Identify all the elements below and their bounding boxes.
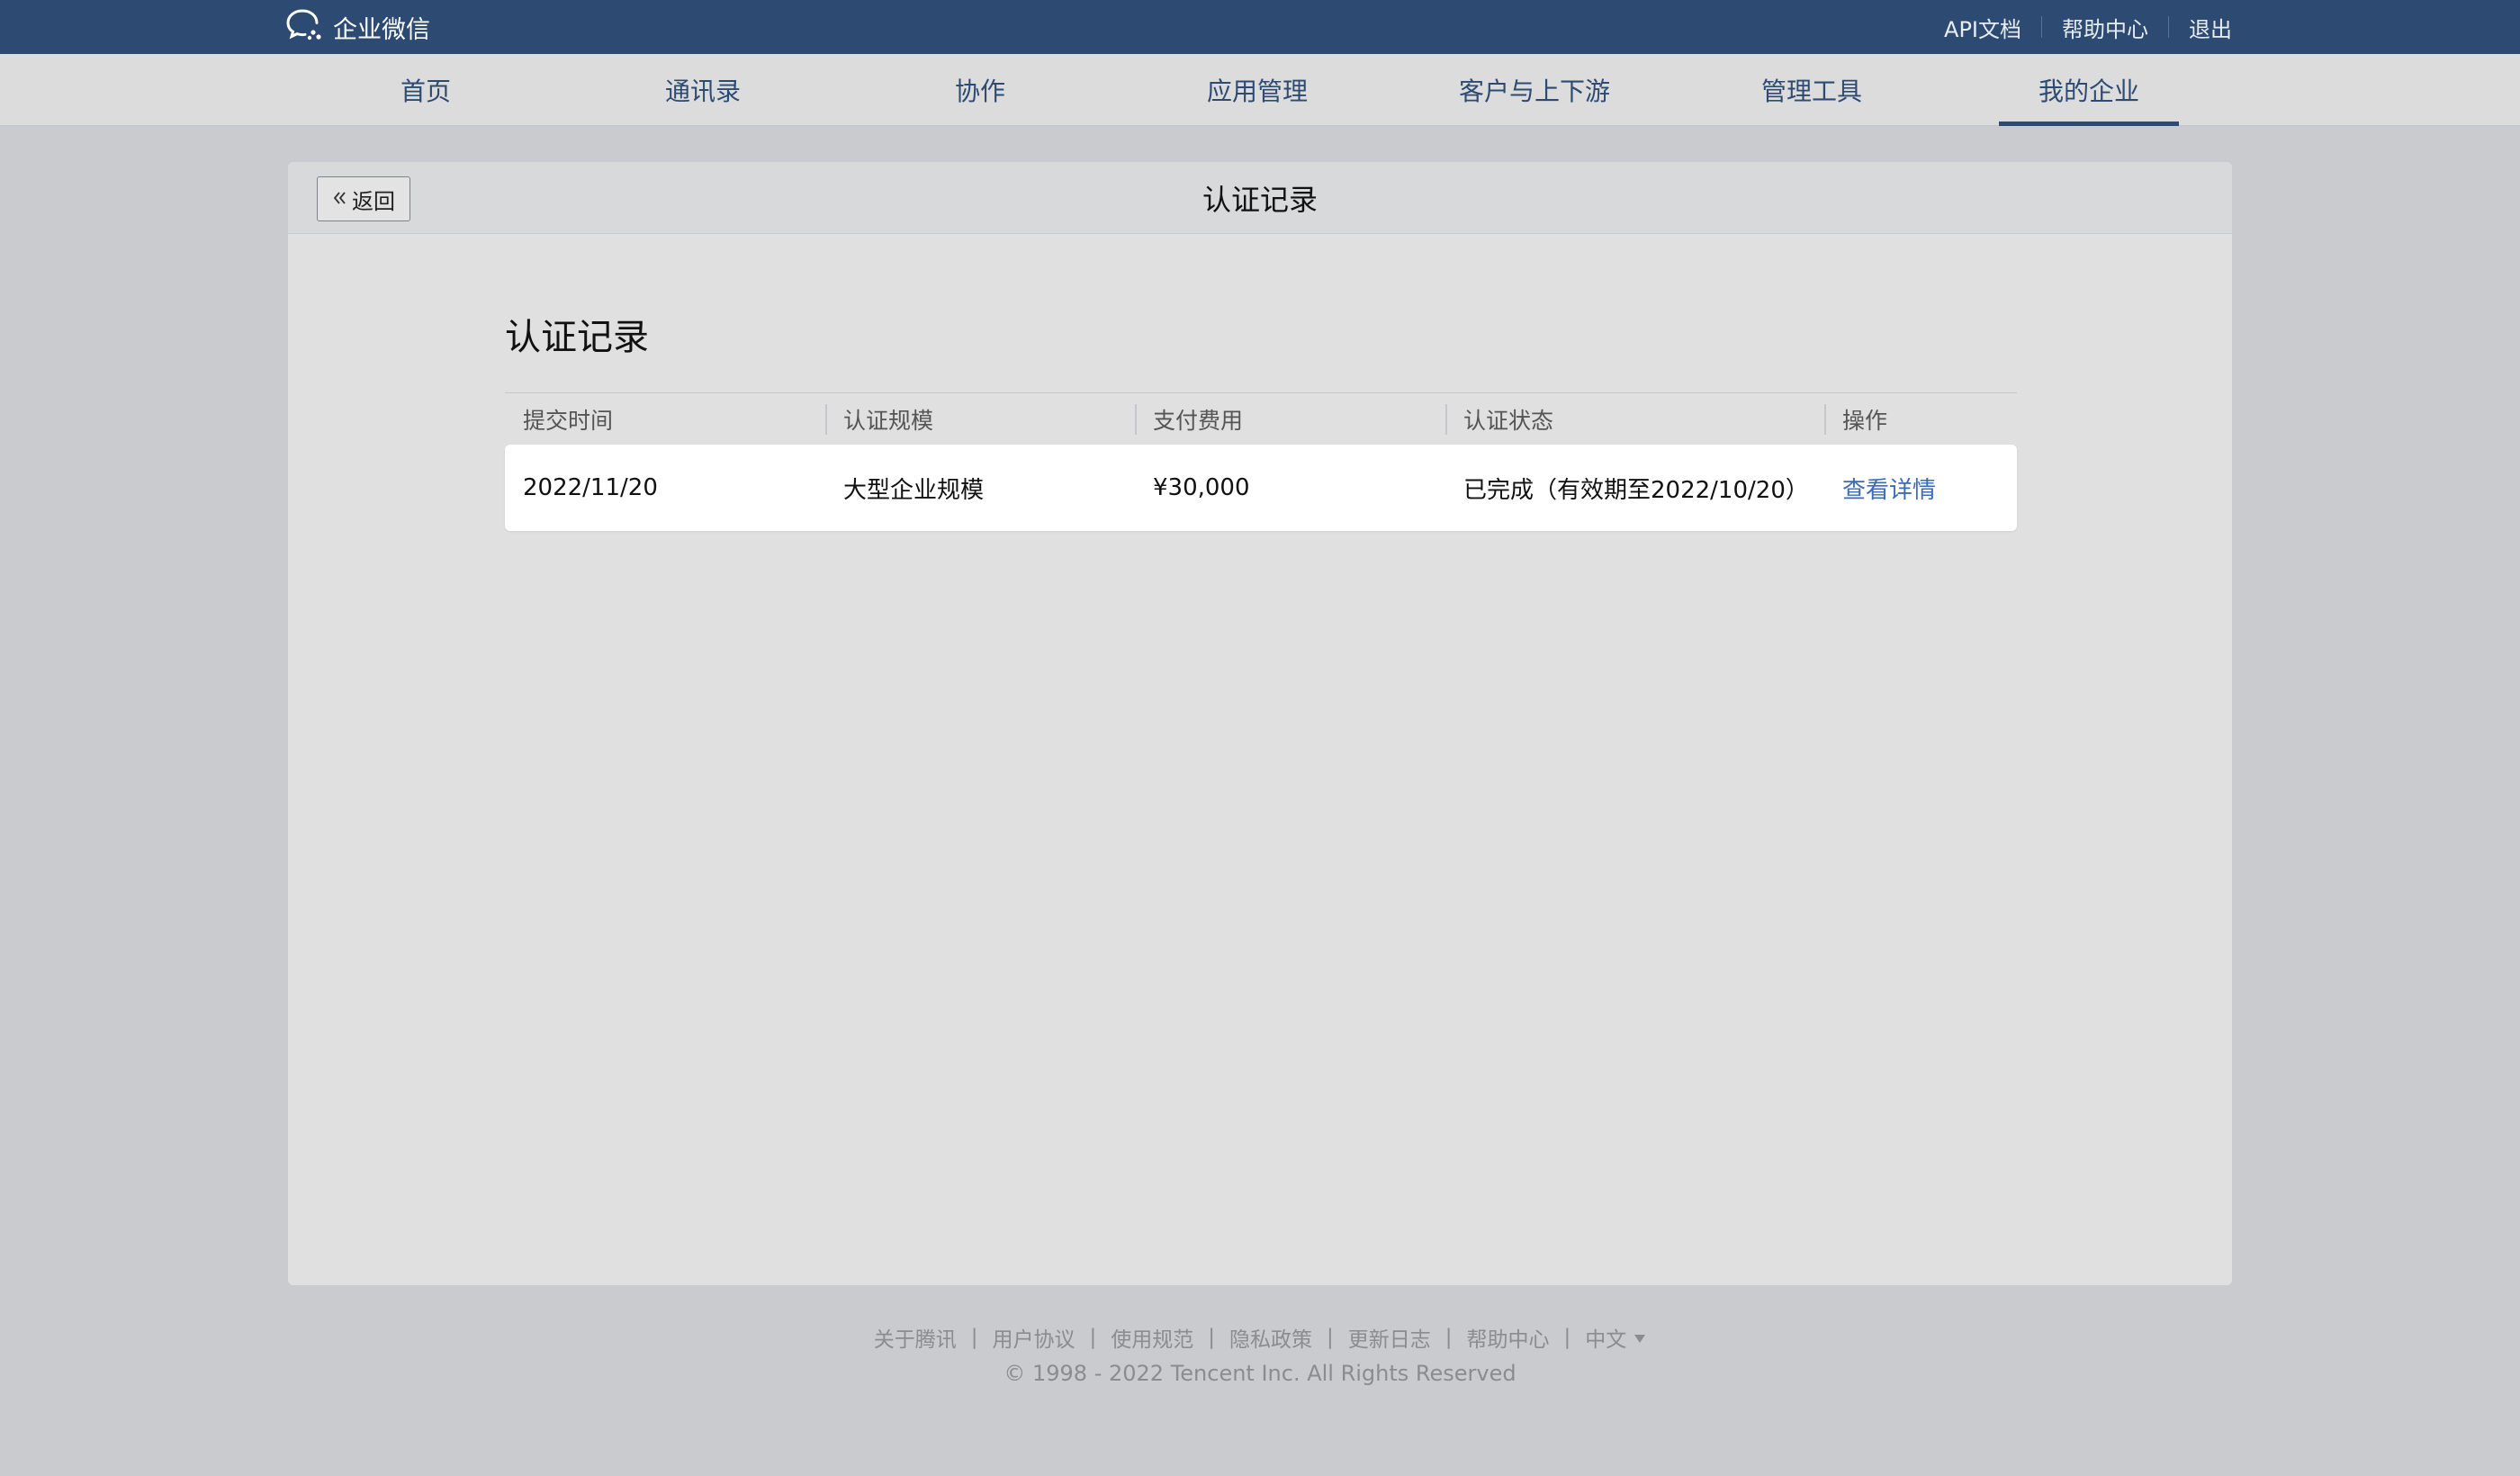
column-header-scale: 认证规模 [843,408,934,434]
top-bar: 企业微信 API文档 帮助中心 退出 [0,0,2520,54]
footer-divider: | [970,1326,978,1349]
footer-link-help[interactable]: 帮助中心 [1467,1322,1550,1353]
footer-link-user-agreement[interactable]: 用户协议 [993,1322,1076,1353]
footer-link-usage-rules[interactable]: 使用规范 [1111,1322,1193,1353]
api-docs-link[interactable]: API文档 [1944,12,2021,43]
brand-name: 企业微信 [333,15,430,44]
wecom-logo-icon [286,8,324,46]
top-links: API文档 帮助中心 退出 [1944,0,2232,54]
nav-management-tools[interactable]: 管理工具 [1722,54,1902,126]
footer-divider: | [1327,1326,1334,1349]
help-center-link[interactable]: 帮助中心 [2062,12,2148,43]
caret-down-icon [1634,1326,1646,1349]
view-details-link[interactable]: 查看详情 [1842,445,1936,531]
back-button-label: 返回 [352,188,395,214]
cell-status: 已完成（有效期至2022/10/20） [1463,476,1809,504]
content-card: 认证记录 返回 认证记录 提交时间 认证规模 支付费用 认证状态 操作 2022… [288,162,2232,1285]
footer-divider: | [1208,1326,1215,1349]
footer-link-about[interactable]: 关于腾讯 [874,1322,957,1353]
top-link-divider [2041,16,2042,38]
brand-logo[interactable]: 企业微信 [286,0,430,54]
nav-app-management[interactable]: 应用管理 [1167,54,1347,126]
nav-collaboration[interactable]: 协作 [890,54,1070,126]
column-header-action: 操作 [1842,408,1888,434]
language-selector[interactable]: 中文 [1585,1322,1646,1353]
top-link-divider [2168,16,2169,38]
column-divider [1824,404,1826,435]
card-header: 认证记录 返回 [288,162,2232,234]
column-divider [1135,404,1137,435]
page-title: 认证记录 [1202,183,1318,217]
table-header: 提交时间 认证规模 支付费用 认证状态 操作 [505,392,2017,445]
main-nav: 首页 通讯录 协作 应用管理 客户与上下游 管理工具 我的企业 [0,54,2520,126]
footer-link-changelog[interactable]: 更新日志 [1348,1322,1431,1353]
cell-submit-time: 2022/11/20 [523,474,658,501]
certification-records-table: 提交时间 认证规模 支付费用 认证状态 操作 2022/11/20 大型企业规模… [505,392,2017,531]
footer-link-privacy[interactable]: 隐私政策 [1229,1322,1312,1353]
language-label: 中文 [1585,1328,1627,1352]
footer-links: 关于腾讯 | 用户协议 | 使用规范 | 隐私政策 | 更新日志 | 帮助中心 … [0,1321,2520,1354]
back-button[interactable]: 返回 [317,176,410,221]
nav-home[interactable]: 首页 [336,54,516,126]
column-divider [1445,404,1447,435]
footer-divider: | [1444,1326,1453,1349]
cell-fee: ¥30,000 [1153,474,1250,501]
copyright-text: © 1998 - 2022 Tencent Inc. All Rights Re… [1004,1361,1516,1386]
logout-link[interactable]: 退出 [2189,12,2232,43]
nav-my-enterprise[interactable]: 我的企业 [1999,54,2179,126]
nav-customers[interactable]: 客户与上下游 [1444,54,1624,126]
section-title: 认证记录 [505,317,649,358]
column-header-status: 认证状态 [1463,408,1554,434]
footer-divider: | [1089,1326,1097,1349]
cell-scale: 大型企业规模 [843,476,985,504]
table-row: 2022/11/20 大型企业规模 ¥30,000 已完成（有效期至2022/1… [505,445,2017,531]
footer-divider: | [1563,1326,1571,1349]
nav-contacts[interactable]: 通讯录 [613,54,793,126]
double-chevron-left-icon [332,186,348,212]
column-header-submit-time: 提交时间 [523,408,614,434]
column-header-fee: 支付费用 [1153,408,1244,434]
column-divider [825,404,827,435]
